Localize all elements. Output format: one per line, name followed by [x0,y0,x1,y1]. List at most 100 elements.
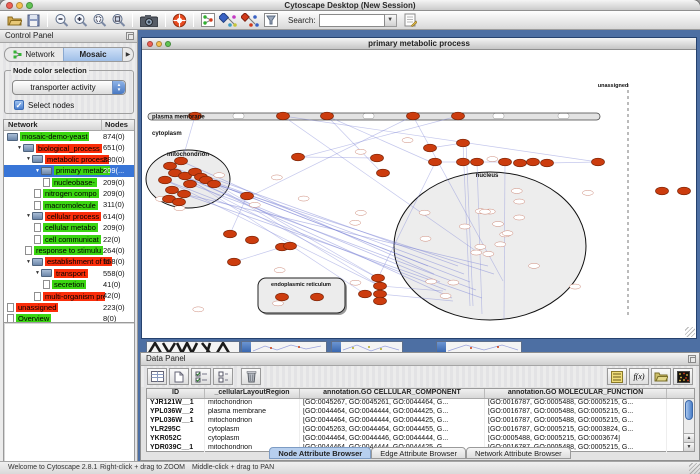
attribute-table-icon[interactable] [147,368,167,385]
table-cell[interactable]: [GO:0044464, GO:0044446, GO:0044444, G..… [300,435,485,444]
tree-row[interactable]: nucleobase-209(0) [4,177,134,188]
tree-row[interactable]: secretion41(0) [4,279,134,290]
tree-row[interactable]: ▼establishment of lo558(0) [4,256,134,267]
network-node[interactable] [249,202,260,207]
network-node[interactable] [656,187,669,195]
tree-row[interactable]: nitrogen compo209(0) [4,188,134,199]
search-dropdown-icon[interactable]: ▼ [385,14,397,27]
network-node[interactable] [166,186,179,194]
zoom-out-icon[interactable] [52,12,71,29]
table-cell[interactable]: YPL036W__1 [147,417,205,426]
network-node[interactable] [374,297,387,305]
network-node[interactable] [558,114,569,119]
network-node[interactable] [424,144,437,152]
network-node[interactable] [407,112,420,120]
tab-network-attribute-browser[interactable]: Network Attribute Browser [466,447,571,459]
network-node[interactable] [246,236,259,244]
network-node[interactable] [429,158,442,166]
select-nodes-checkbox[interactable]: ✓ [14,100,24,110]
table-cell[interactable]: YKR052C [147,435,205,444]
network-node[interactable] [350,220,361,225]
color-attribute-dropdown[interactable]: transporter activity ▲▼ [12,80,126,95]
new-attribute-icon[interactable] [169,368,189,385]
network-node[interactable] [495,242,506,247]
col-region[interactable]: _cellularLayoutRegion [205,389,300,398]
float-panel-icon[interactable] [126,32,134,40]
network-node[interactable] [502,231,513,236]
tree-row[interactable]: ▼cellular process614(0) [4,211,134,222]
network-node[interactable] [487,157,498,162]
network-node[interactable] [233,114,244,119]
network-node[interactable] [271,175,282,180]
table-cell[interactable]: YPL036W__2 [147,408,205,417]
network-node[interactable] [228,258,241,266]
vizmapper-network-icon[interactable] [217,12,239,29]
table-cell[interactable]: cytoplasm [205,426,300,435]
network-node[interactable] [284,242,297,250]
network-node[interactable] [292,153,305,161]
network-node[interactable] [164,162,177,170]
network-node[interactable] [514,199,525,204]
col-molecular-function[interactable]: annotation.GO MOLECULAR_FUNCTION [485,389,667,398]
zoom-in-icon[interactable] [71,12,90,29]
table-cell[interactable]: [GO:0044464, GO:0044444, GO:0044425, G..… [300,417,485,426]
table-cell[interactable]: plasma membrane [205,408,300,417]
network-node[interactable] [355,149,366,154]
expander-icon[interactable]: ▼ [25,259,32,265]
tab-node-attribute-browser[interactable]: Node Attribute Browser [269,447,371,459]
table-row[interactable]: YPL036W__1mitochondrion[GO:0044464, GO:0… [147,417,694,426]
tree-row[interactable]: response to stimulu264(0) [4,245,134,256]
expander-icon[interactable]: ▼ [34,270,41,276]
col-cellular-component[interactable]: annotation.GO CELLULAR_COMPONENT [300,389,485,398]
snapshot-camera-icon[interactable] [137,12,161,29]
formula-fx-icon[interactable]: f(x) [629,368,649,385]
network-node[interactable] [402,138,413,143]
network-frame-titlebar[interactable]: primary metabolic process [142,38,696,50]
tab-network[interactable]: Network [5,48,63,61]
tree-row[interactable]: unassigned223(0) [4,302,134,313]
tab-edge-attribute-browser[interactable]: Edge Attribute Browser [371,447,466,459]
tree-row[interactable]: multi-organism pro42(0) [4,290,134,301]
expander-icon[interactable]: ▼ [25,156,32,162]
frame-resize-grip[interactable] [685,327,695,337]
window-resize-grip[interactable] [689,463,700,474]
table-cell[interactable]: [GO:0005488, GO:0005215, GO:0003674] [485,435,667,444]
network-node[interactable] [311,293,324,301]
network-node[interactable] [592,158,605,166]
network-node[interactable] [159,176,172,184]
col-id[interactable]: ID [147,389,205,398]
tree-col-network[interactable]: Network [8,120,38,129]
network-node[interactable] [452,112,465,120]
tree-row[interactable]: cell communicat22(0) [4,234,134,245]
network-node[interactable] [459,224,470,229]
table-cell[interactable]: mitochondrion [205,399,300,408]
float-panel-icon[interactable] [688,355,696,363]
table-cell[interactable]: [GO:0016787, GO:0005488, GO:0005215, G..… [485,399,667,408]
network-node[interactable] [184,180,197,188]
scroll-up-icon[interactable]: ▲ [684,433,694,442]
tree-row[interactable]: cellular metabo209(0) [4,222,134,233]
network-edit-icon[interactable] [239,12,261,29]
network-node[interactable] [570,284,581,289]
network-node[interactable] [511,188,522,193]
network-node[interactable] [493,114,504,119]
network-node[interactable] [173,198,186,206]
scrollbar-thumb[interactable] [685,400,693,420]
table-cell[interactable]: [GO:0016787, GO:0005488, GO:0005215, G..… [485,417,667,426]
network-node[interactable] [371,154,384,162]
network-node[interactable] [174,206,185,211]
tree-row[interactable]: ▼metabolic process280(0) [4,154,134,165]
attribute-list-icon[interactable] [607,368,627,385]
network-node[interactable] [372,274,385,282]
network-node[interactable] [277,112,290,120]
tree-row[interactable]: mosaic-demo-yeast874(0) [4,131,134,142]
network-node[interactable] [471,250,482,255]
network-node[interactable] [420,236,431,241]
table-cell[interactable]: [GO:0016787, GO:0005488, GO:0005215, G..… [485,408,667,417]
network-box-icon[interactable] [198,12,217,29]
table-cell[interactable]: [GO:0016787, GO:0005215, GO:0003824, G..… [485,426,667,435]
network-node[interactable] [457,158,470,166]
network-node[interactable] [514,159,527,167]
network-node[interactable] [321,112,334,120]
table-row[interactable]: YLR295Ccytoplasm[GO:0045263, GO:0044464,… [147,426,694,435]
